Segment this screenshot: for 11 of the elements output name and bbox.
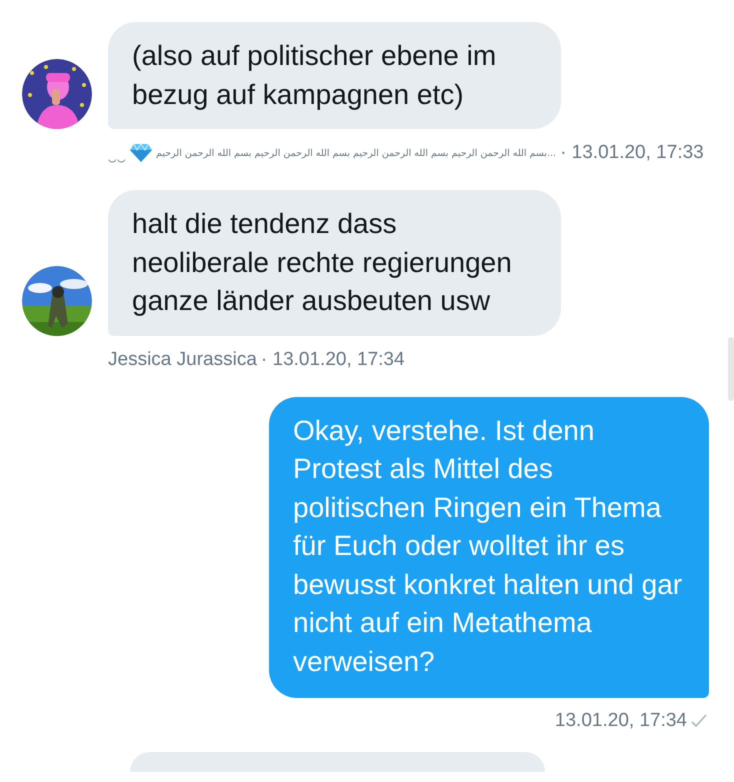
name-decoration: ‿‿ [108,144,126,162]
message-time: · 13.01.20, 17:34 [260,348,405,370]
message-bubble: Okay, verstehe. Ist denn Protest als Mittel des politischen Ringen ein Thema für Euch oder wolltet ihr es bewusst konkret halten und gar nicht auf ein Metathema verweisen? [269,396,709,698]
message-time: 13.01.20, 17:34 [554,710,687,732]
message-time: · 13.01.20, 17:33 [560,142,704,164]
scrollbar[interactable] [728,337,734,401]
sender-name[interactable]: Jessica Jurassica [108,348,257,370]
message-bubble: (also auf politischer ebene im bezug auf kampagnen etc) [108,22,561,129]
sender-name[interactable]: بسم الله الرحمن الرحيم بسم الله الرحمن الرحيم بسم الله الرحمن الرحيم بسم الله الرحمن الرحيم... [156,148,556,158]
gem-icon [130,143,152,163]
message-bubble: halt die tendenz dass neoliberale rechte regierungen ganze länder ausbeuten usw [108,190,561,336]
